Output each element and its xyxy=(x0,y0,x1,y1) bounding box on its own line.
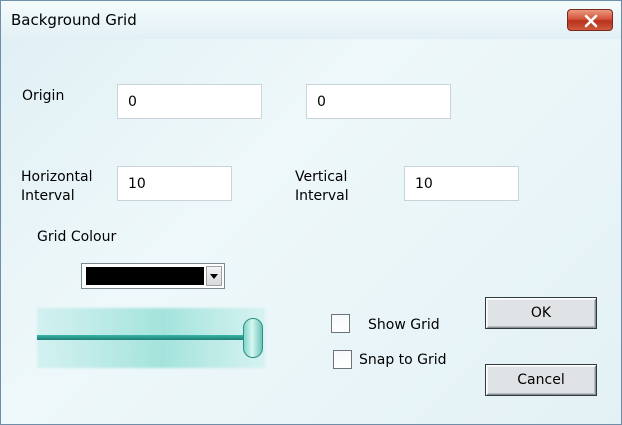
vertical-interval-input[interactable]: 10 xyxy=(404,166,519,201)
background-grid-dialog: Background Grid Origin 0 0 Horizontal In… xyxy=(0,0,622,425)
dialog-title: Background Grid xyxy=(11,11,137,29)
cancel-button[interactable]: Cancel xyxy=(485,364,597,396)
grid-colour-swatch xyxy=(86,267,204,285)
origin-label: Origin xyxy=(22,88,65,104)
horizontal-interval-label-line1: Horizontal xyxy=(21,169,93,185)
grid-slider[interactable] xyxy=(35,306,267,370)
slider-track[interactable] xyxy=(37,335,253,340)
horizontal-interval-label-line2: Interval xyxy=(21,188,75,204)
origin-y-input[interactable]: 0 xyxy=(306,84,451,119)
grid-colour-dropdown[interactable] xyxy=(81,263,225,289)
origin-x-input[interactable]: 0 xyxy=(117,84,262,119)
show-grid-checkbox[interactable] xyxy=(331,314,350,333)
chevron-down-icon xyxy=(210,274,218,279)
vertical-interval-label-line2: Interval xyxy=(295,188,349,204)
grid-colour-label: Grid Colour xyxy=(37,229,117,245)
close-icon xyxy=(584,14,598,28)
title-bar[interactable]: Background Grid xyxy=(1,1,621,39)
show-grid-label[interactable]: Show Grid xyxy=(368,316,440,335)
close-button[interactable] xyxy=(567,9,613,31)
snap-to-grid-checkbox[interactable] xyxy=(333,350,352,369)
horizontal-interval-input[interactable]: 10 xyxy=(117,166,232,201)
slider-thumb[interactable] xyxy=(243,318,263,358)
dropdown-arrow-button[interactable] xyxy=(206,266,222,286)
vertical-interval-label-line1: Vertical xyxy=(295,169,348,185)
snap-to-grid-label[interactable]: Snap to Grid xyxy=(359,351,447,370)
ok-button[interactable]: OK xyxy=(485,297,597,329)
